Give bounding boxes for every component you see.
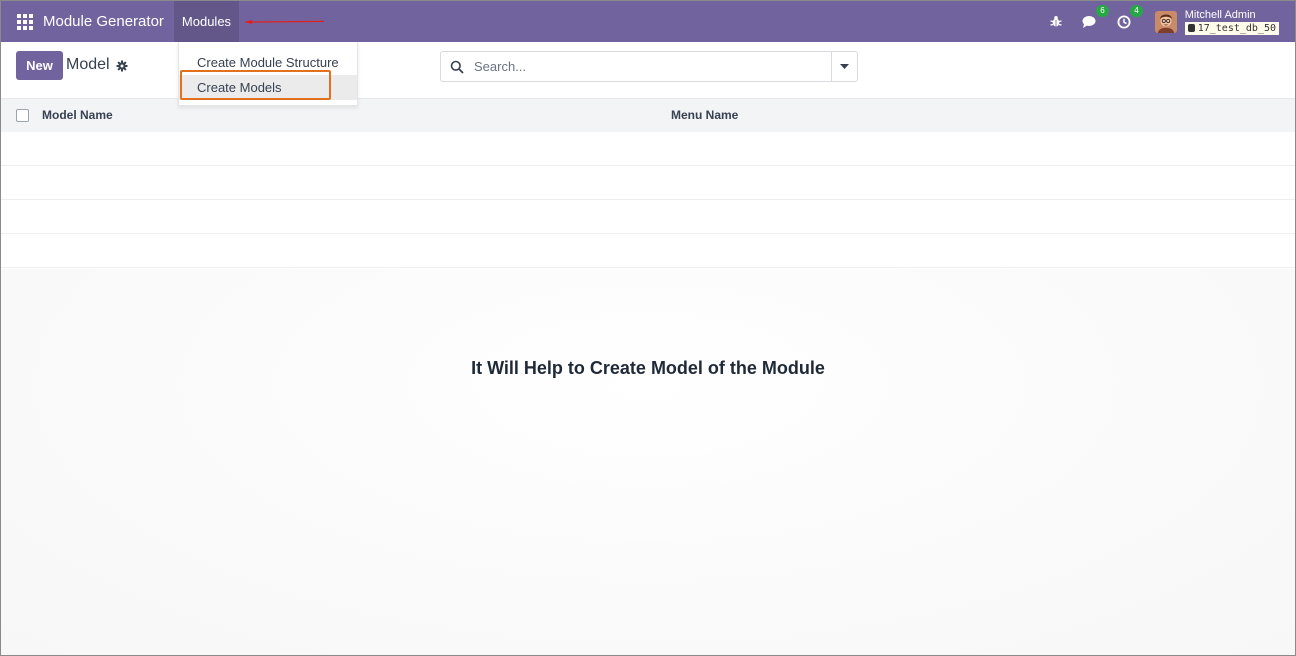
column-model-name[interactable]: Model Name [42,108,113,122]
avatar [1154,10,1177,33]
table-row [1,132,1295,166]
user-menu[interactable]: Mitchell Admin 17_test_db_50 [1154,8,1279,35]
app-window: Module Generator Modules 6 4 Mitchell Ad… [0,0,1296,656]
menu-item-create-module-structure[interactable]: Create Module Structure [179,50,357,75]
database-icon [1187,24,1195,32]
modules-dropdown: Create Module Structure Create Models [178,42,358,106]
menu-modules[interactable]: Modules [173,1,240,42]
search-bar[interactable] [440,51,832,82]
apps-icon[interactable] [17,13,33,30]
bug-icon[interactable] [1047,13,1065,31]
user-name: Mitchell Admin [1184,8,1256,21]
table-row [1,234,1295,268]
empty-state-area [1,269,1295,655]
table-row [1,166,1295,200]
top-navbar: Module Generator Modules 6 4 Mitchell Ad… [1,1,1295,42]
empty-state-message: It Will Help to Create Model of the Modu… [471,358,825,378]
select-all-checkbox[interactable] [16,109,29,122]
database-name: 17_test_db_50 [1197,22,1276,34]
caret-down-icon [840,64,849,69]
app-title[interactable]: Module Generator [43,13,164,30]
page-title: Model [66,56,110,73]
new-button[interactable]: New [16,51,63,80]
search-icon [450,60,464,74]
table-row [1,200,1295,234]
navbar-systray: 6 4 Mitchell Admin 17_test_db_50 [1031,1,1295,42]
clock-icon[interactable]: 4 [1115,4,1143,31]
messages-badge: 6 [1096,4,1109,17]
database-badge: 17_test_db_50 [1184,21,1279,35]
annotation-arrow [244,20,324,24]
search-options-toggle[interactable] [831,51,858,82]
chat-icon[interactable]: 6 [1081,4,1109,31]
user-info: Mitchell Admin 17_test_db_50 [1184,8,1279,35]
activities-badge: 4 [1130,4,1143,17]
search-input[interactable] [474,59,804,74]
gear-icon[interactable] [116,60,128,72]
column-menu-name[interactable]: Menu Name [671,108,738,122]
menu-item-create-models[interactable]: Create Models [179,75,357,100]
